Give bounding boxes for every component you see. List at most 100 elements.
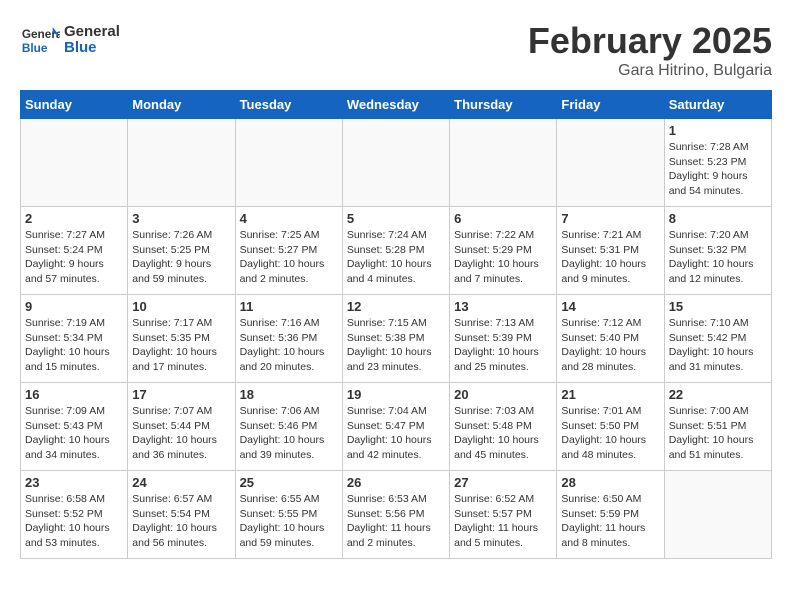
logo-blue-text: Blue [64,40,120,57]
calendar-cell: 11 Sunrise: 7:16 AMSunset: 5:36 PMDayligh… [235,295,342,383]
day-info: Sunrise: 7:22 AMSunset: 5:29 PMDaylight:… [454,228,552,287]
day-info: Sunrise: 7:07 AMSunset: 5:44 PMDaylight:… [132,404,230,463]
calendar-cell: 23 Sunrise: 6:58 AMSunset: 5:52 PMDayligh… [21,471,128,559]
svg-text:Blue: Blue [22,41,48,55]
calendar-cell: 9 Sunrise: 7:19 AMSunset: 5:34 PMDaylight… [21,295,128,383]
calendar-cell: 22 Sunrise: 7:00 AMSunset: 5:51 PMDayligh… [664,383,771,471]
day-info: Sunrise: 7:04 AMSunset: 5:47 PMDaylight:… [347,404,445,463]
day-number: 15 [669,299,767,314]
calendar-cell: 2 Sunrise: 7:27 AMSunset: 5:24 PMDaylight… [21,207,128,295]
calendar-cell: 18 Sunrise: 7:06 AMSunset: 5:46 PMDayligh… [235,383,342,471]
day-number: 27 [454,475,552,490]
calendar-cell [664,471,771,559]
calendar-cell: 14 Sunrise: 7:12 AMSunset: 5:40 PMDayligh… [557,295,664,383]
column-header-saturday: Saturday [664,91,771,119]
day-number: 9 [25,299,123,314]
calendar-cell: 12Sunrise: 7:15 AMSunset: 5:38 PMDayligh… [342,295,449,383]
calendar-cell: 1 Sunrise: 7:28 AMSunset: 5:23 PMDaylight… [664,119,771,207]
week-row-3: 16Sunrise: 7:09 AMSunset: 5:43 PMDayligh… [21,383,772,471]
week-row-2: 9 Sunrise: 7:19 AMSunset: 5:34 PMDaylight… [21,295,772,383]
day-info: Sunrise: 7:12 AMSunset: 5:40 PMDaylight:… [561,316,659,375]
column-header-friday: Friday [557,91,664,119]
calendar-cell: 6 Sunrise: 7:22 AMSunset: 5:29 PMDaylight… [450,207,557,295]
calendar-cell: 13Sunrise: 7:13 AMSunset: 5:39 PMDayligh… [450,295,557,383]
day-number: 5 [347,211,445,226]
day-number: 18 [240,387,338,402]
calendar-cell: 4 Sunrise: 7:25 AMSunset: 5:27 PMDaylight… [235,207,342,295]
day-number: 2 [25,211,123,226]
day-info: Sunrise: 7:19 AMSunset: 5:34 PMDaylight:… [25,316,123,375]
column-header-thursday: Thursday [450,91,557,119]
day-number: 3 [132,211,230,226]
calendar-cell: 10Sunrise: 7:17 AMSunset: 5:35 PMDayligh… [128,295,235,383]
calendar-cell: 5 Sunrise: 7:24 AMSunset: 5:28 PMDaylight… [342,207,449,295]
day-info: Sunrise: 6:55 AMSunset: 5:55 PMDaylight:… [240,492,338,551]
calendar-header-row: SundayMondayTuesdayWednesdayThursdayFrid… [21,91,772,119]
calendar-cell [450,119,557,207]
calendar-cell [557,119,664,207]
day-number: 1 [669,123,767,138]
day-info: Sunrise: 7:26 AMSunset: 5:25 PMDaylight:… [132,228,230,287]
logo-general-text: General [64,24,120,41]
day-number: 23 [25,475,123,490]
calendar-cell: 16Sunrise: 7:09 AMSunset: 5:43 PMDayligh… [21,383,128,471]
day-info: Sunrise: 7:16 AMSunset: 5:36 PMDaylight:… [240,316,338,375]
day-info: Sunrise: 7:09 AMSunset: 5:43 PMDaylight:… [25,404,123,463]
day-number: 7 [561,211,659,226]
day-info: Sunrise: 7:01 AMSunset: 5:50 PMDaylight:… [561,404,659,463]
calendar-cell: 20 Sunrise: 7:03 AMSunset: 5:48 PMDayligh… [450,383,557,471]
day-number: 17 [132,387,230,402]
calendar-cell: 15 Sunrise: 7:10 AMSunset: 5:42 PMDayligh… [664,295,771,383]
day-number: 12 [347,299,445,314]
column-header-sunday: Sunday [21,91,128,119]
logo: General Blue General Blue [20,20,120,60]
day-number: 21 [561,387,659,402]
day-info: Sunrise: 7:28 AMSunset: 5:23 PMDaylight:… [669,140,767,199]
calendar-cell: 7Sunrise: 7:21 AMSunset: 5:31 PMDaylight… [557,207,664,295]
day-info: Sunrise: 6:57 AMSunset: 5:54 PMDaylight:… [132,492,230,551]
day-info: Sunrise: 7:25 AMSunset: 5:27 PMDaylight:… [240,228,338,287]
day-number: 19 [347,387,445,402]
day-info: Sunrise: 7:03 AMSunset: 5:48 PMDaylight:… [454,404,552,463]
day-info: Sunrise: 7:00 AMSunset: 5:51 PMDaylight:… [669,404,767,463]
day-number: 25 [240,475,338,490]
day-info: Sunrise: 7:10 AMSunset: 5:42 PMDaylight:… [669,316,767,375]
calendar-cell: 27 Sunrise: 6:52 AMSunset: 5:57 PMDayligh… [450,471,557,559]
day-info: Sunrise: 7:27 AMSunset: 5:24 PMDaylight:… [25,228,123,287]
title-block: February 2025 Gara Hitrino, Bulgaria [528,20,772,80]
day-number: 22 [669,387,767,402]
calendar-cell: 25 Sunrise: 6:55 AMSunset: 5:55 PMDayligh… [235,471,342,559]
week-row-1: 2 Sunrise: 7:27 AMSunset: 5:24 PMDaylight… [21,207,772,295]
calendar-cell: 3 Sunrise: 7:26 AMSunset: 5:25 PMDaylight… [128,207,235,295]
location-subtitle: Gara Hitrino, Bulgaria [528,62,772,80]
day-number: 24 [132,475,230,490]
day-number: 20 [454,387,552,402]
day-info: Sunrise: 7:17 AMSunset: 5:35 PMDaylight:… [132,316,230,375]
calendar-cell: 17 Sunrise: 7:07 AMSunset: 5:44 PMDayligh… [128,383,235,471]
week-row-0: 1 Sunrise: 7:28 AMSunset: 5:23 PMDaylight… [21,119,772,207]
day-number: 26 [347,475,445,490]
day-number: 4 [240,211,338,226]
day-info: Sunrise: 7:06 AMSunset: 5:46 PMDaylight:… [240,404,338,463]
calendar-cell: 28Sunrise: 6:50 AMSunset: 5:59 PMDayligh… [557,471,664,559]
calendar-cell [342,119,449,207]
month-title: February 2025 [528,20,772,62]
calendar-cell: 26Sunrise: 6:53 AMSunset: 5:56 PMDayligh… [342,471,449,559]
calendar-cell: 8Sunrise: 7:20 AMSunset: 5:32 PMDaylight… [664,207,771,295]
column-header-monday: Monday [128,91,235,119]
day-info: Sunrise: 6:52 AMSunset: 5:57 PMDaylight:… [454,492,552,551]
calendar-cell [235,119,342,207]
calendar-cell: 24 Sunrise: 6:57 AMSunset: 5:54 PMDayligh… [128,471,235,559]
calendar-cell: 21 Sunrise: 7:01 AMSunset: 5:50 PMDayligh… [557,383,664,471]
day-number: 14 [561,299,659,314]
logo-icon: General Blue [20,20,60,60]
calendar-cell: 19 Sunrise: 7:04 AMSunset: 5:47 PMDayligh… [342,383,449,471]
day-info: Sunrise: 7:24 AMSunset: 5:28 PMDaylight:… [347,228,445,287]
week-row-4: 23 Sunrise: 6:58 AMSunset: 5:52 PMDayligh… [21,471,772,559]
calendar-table: SundayMondayTuesdayWednesdayThursdayFrid… [20,90,772,559]
page-header: General Blue General Blue February 2025 … [20,20,772,80]
day-number: 11 [240,299,338,314]
day-number: 6 [454,211,552,226]
day-info: Sunrise: 6:58 AMSunset: 5:52 PMDaylight:… [25,492,123,551]
calendar-cell [128,119,235,207]
